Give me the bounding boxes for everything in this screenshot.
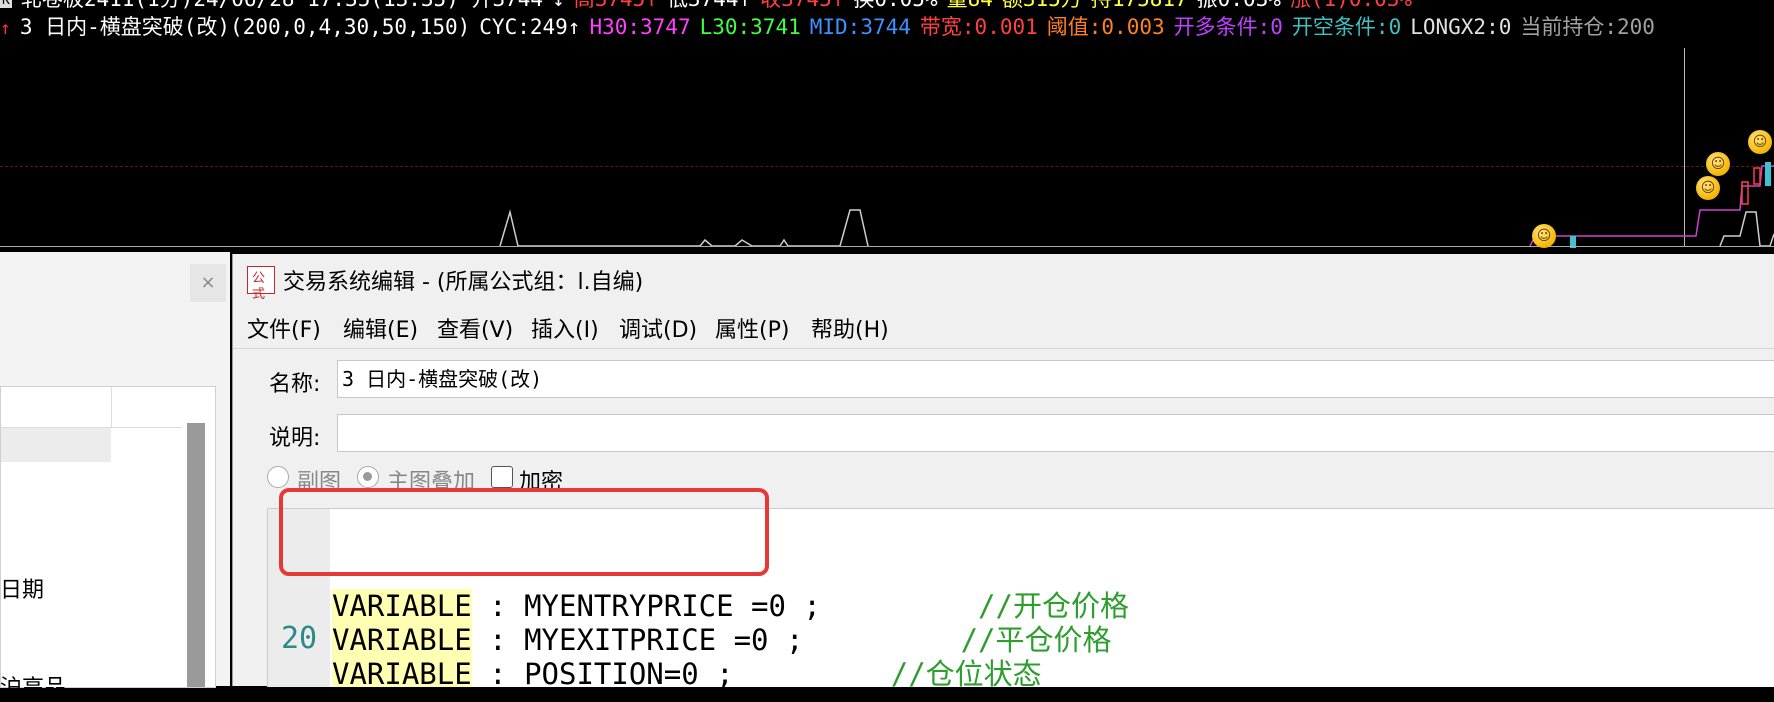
candle: [1765, 162, 1771, 186]
encrypt-checkbox[interactable]: [491, 466, 513, 488]
formula-app-icon: 公式: [247, 266, 275, 302]
candle: [1753, 167, 1761, 185]
name-input[interactable]: 3 日内-横盘突破(改): [337, 360, 1774, 398]
description-label: 说明:: [269, 426, 321, 451]
list-header-cell: [1, 387, 112, 428]
line-number: 20: [280, 621, 318, 656]
name-label: 名称:: [269, 372, 321, 397]
price-line-left: [499, 209, 869, 247]
scrollbar[interactable]: [187, 423, 205, 687]
price-plot: [499, 162, 1774, 248]
channel-line: [1529, 165, 1774, 247]
trading-system-editor-window[interactable]: 公式 交易系统编辑 - (所属公式组：l.自编) 文件(F) 编辑(E) 查看(…: [232, 254, 1774, 687]
chart-axis: [0, 246, 1774, 247]
menu-properties[interactable]: 属性(P): [715, 312, 789, 344]
radio-selected-dot: [363, 472, 372, 481]
smiley-signal-icon: ☺: [1696, 176, 1720, 200]
menu-help[interactable]: 帮助(H): [811, 312, 889, 344]
background-list[interactable]: [0, 386, 216, 688]
code-comment: //仓位状态: [890, 657, 1042, 687]
main-overlay-radio[interactable]: [357, 466, 379, 488]
list-item-selected[interactable]: [1, 428, 111, 462]
chart-area[interactable]: K轧卷板2411(1分)24/06/28 17:35(13:35) 开3744↓…: [0, 0, 1774, 252]
description-input[interactable]: [337, 414, 1774, 452]
menu-edit[interactable]: 编辑(E): [343, 312, 418, 344]
smiley-signal-icon: ☺: [1748, 130, 1772, 154]
smiley-signal-icon: ☺: [1532, 224, 1556, 248]
code-line[interactable]: VARIABLE : POSITION=0 ; //仓位状态: [332, 651, 1042, 687]
menu-view[interactable]: 查看(V): [437, 312, 513, 344]
menu-debug[interactable]: 调试(D): [619, 312, 697, 344]
close-icon[interactable]: ×: [190, 264, 226, 302]
list-item: 沪高品: [0, 676, 67, 701]
menu-insert[interactable]: 插入(I): [531, 312, 599, 344]
menu-bar: 文件(F) 编辑(E) 查看(V) 插入(I) 调试(D) 属性(P) 帮助(H…: [233, 306, 1774, 349]
list-header-cell: [112, 387, 182, 428]
title-bar[interactable]: 公式 交易系统编辑 - (所属公式组：l.自编): [233, 254, 1774, 304]
sub-chart-radio[interactable]: [267, 466, 289, 488]
price-line-right: [1719, 211, 1774, 247]
highlight-annotation-box: [279, 488, 769, 576]
menu-file[interactable]: 文件(F): [247, 312, 321, 344]
code-text: : POSITION=0 ;: [471, 657, 734, 687]
code-keyword: VARIABLE: [332, 657, 472, 687]
window-title: 交易系统编辑 - (所属公式组：l.自编): [283, 270, 644, 295]
date-label: 日期: [0, 578, 45, 603]
smiley-signal-icon: ☺: [1706, 152, 1730, 176]
